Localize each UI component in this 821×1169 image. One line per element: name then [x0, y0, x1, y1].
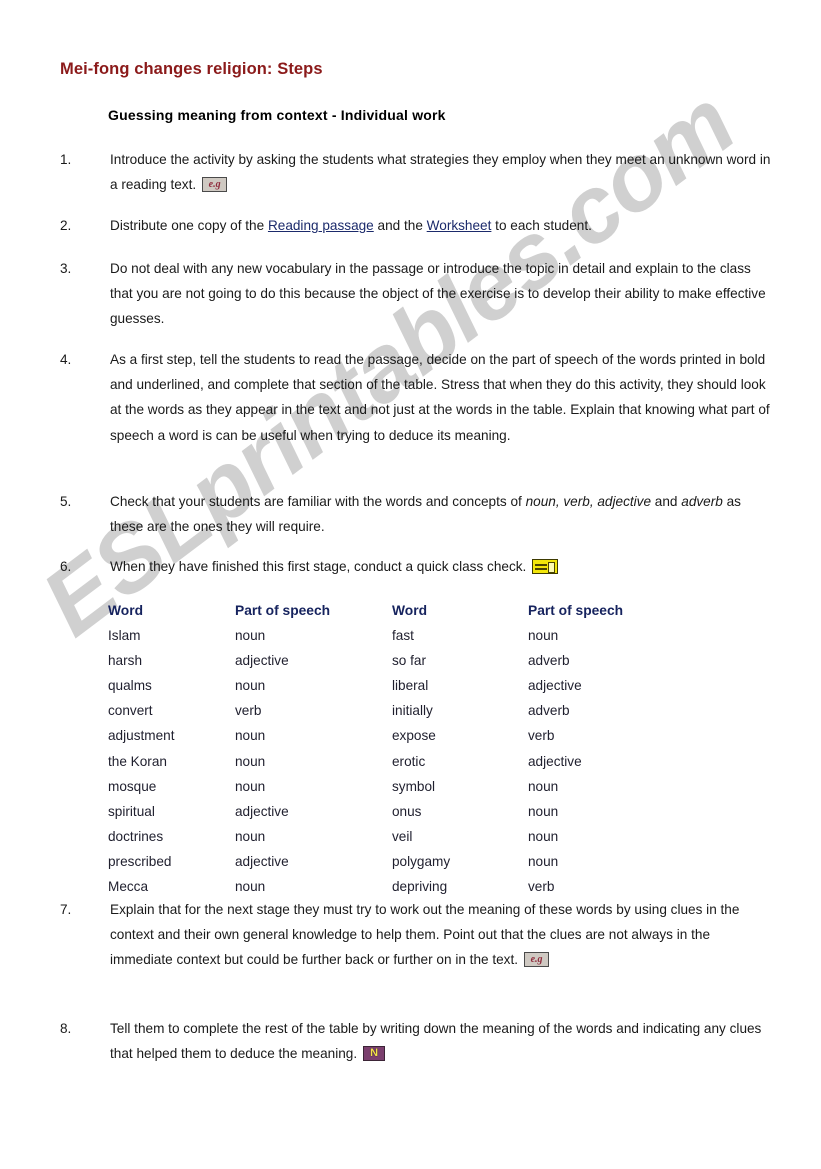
step-text: As a first step, tell the students to re…: [110, 352, 770, 443]
step-item: 2. Distribute one copy of the Reading pas…: [60, 213, 775, 238]
table-cell-part-of-speech: adverb: [528, 703, 570, 719]
table-cell-word: the Koran: [108, 753, 167, 769]
table-cell-word: prescribed: [108, 853, 172, 869]
n-icon: N: [363, 1046, 386, 1062]
table-column-header: Part of speech: [235, 603, 331, 618]
step-item: 1. Introduce the activity by asking the s…: [60, 147, 775, 197]
step-number: 3.: [60, 261, 72, 276]
table-cell-word: spiritual: [108, 803, 155, 819]
table-cell-part-of-speech: adjective: [235, 803, 289, 819]
table-row: qualms noun liberal adjective: [108, 673, 728, 698]
table-cell-word: expose: [392, 728, 436, 744]
table-cell-part-of-speech: noun: [235, 879, 266, 895]
table-cell-part-of-speech: noun: [528, 828, 559, 844]
step-item: 4. As a first step, tell the students to …: [60, 347, 775, 448]
step-number: 5.: [60, 494, 72, 509]
page-title: Mei-fong changes religion: Steps: [60, 60, 323, 78]
table-row: spiritual adjective onus noun: [108, 799, 728, 824]
table-cell-part-of-speech: verb: [528, 728, 555, 744]
step-number: 4.: [60, 352, 72, 367]
table-cell-word: doctrines: [108, 828, 164, 844]
table-row: Mecca noun depriving verb: [108, 874, 728, 899]
word-part-of-speech-table: Word Part of speech Word Part of speech Isla…: [108, 598, 728, 899]
step-text: Tell them to complete the rest of the ta…: [110, 1021, 762, 1062]
table-cell-part-of-speech: adjective: [528, 753, 582, 769]
table-cell-word: erotic: [392, 753, 426, 769]
table-cell-part-of-speech: noun: [528, 803, 559, 819]
step-text: Do not deal with any new vocabulary in t…: [110, 261, 766, 327]
step-number: 8.: [60, 1021, 72, 1036]
emphasis-text: adverb: [681, 494, 723, 509]
table-header-row: Word Part of speech Word Part of speech: [108, 598, 728, 623]
table-row: convert verb initially adverb: [108, 698, 728, 723]
table-cell-part-of-speech: adjective: [528, 678, 582, 694]
page-subtitle: Guessing meaning from context - Individu…: [108, 107, 446, 123]
table-cell-part-of-speech: verb: [528, 879, 555, 895]
table-cell-part-of-speech: noun: [235, 628, 266, 644]
table-cell-part-of-speech: noun: [528, 628, 559, 644]
eg-icon: e.g: [202, 177, 228, 193]
table-row: Islam noun fast noun: [108, 623, 728, 648]
table-cell-part-of-speech: adjective: [235, 653, 289, 669]
table-cell-word: veil: [392, 828, 413, 844]
table-cell-word: depriving: [392, 879, 448, 895]
table-cell-part-of-speech: adjective: [235, 853, 289, 869]
document-link[interactable]: Reading passage: [268, 218, 374, 233]
table-cell-part-of-speech: noun: [235, 753, 266, 769]
table-cell-part-of-speech: noun: [235, 778, 266, 794]
step-text: When they have finished this first stage…: [110, 554, 775, 579]
table-cell-word: adjustment: [108, 728, 175, 744]
table-cell-word: fast: [392, 628, 414, 644]
table-cell-word: Islam: [108, 628, 141, 644]
step-item: 7. Explain that for the next stage they m…: [60, 897, 775, 973]
table-cell-word: liberal: [392, 678, 429, 694]
table-cell-word: polygamy: [392, 853, 451, 869]
table-cell-word: onus: [392, 803, 422, 819]
table-cell-part-of-speech: noun: [235, 728, 266, 744]
table-column-header: Word: [108, 603, 143, 618]
document-content: Mei-fong changes religion: Steps Guessin…: [0, 0, 821, 1169]
step-text: Check that your students are familiar wi…: [110, 494, 741, 535]
step-text: Introduce the activity by asking the stu…: [110, 152, 771, 193]
table-cell-word: convert: [108, 703, 153, 719]
table-cell-part-of-speech: adverb: [528, 653, 570, 669]
table-cell-word: so far: [392, 653, 426, 669]
table-row: doctrines noun veil noun: [108, 824, 728, 849]
table-cell-part-of-speech: noun: [528, 853, 559, 869]
table-row: mosque noun symbol noun: [108, 774, 728, 799]
step-text: Explain that for the next stage they mus…: [110, 902, 740, 968]
step-text: Distribute one copy of the Reading passa…: [110, 218, 592, 233]
step-number: 2.: [60, 218, 72, 233]
table-cell-word: mosque: [108, 778, 157, 794]
table-cell-word: qualms: [108, 678, 152, 694]
table-cell-word: initially: [392, 703, 433, 719]
document-link[interactable]: Worksheet: [427, 218, 492, 233]
table-column-header: Word: [392, 603, 427, 618]
step-item: 3. Do not deal with any new vocabulary in…: [60, 256, 775, 332]
yellow-bar-icon: [532, 559, 559, 574]
table-cell-part-of-speech: verb: [235, 703, 262, 719]
table-row: adjustment noun expose verb: [108, 723, 728, 748]
table-cell-part-of-speech: noun: [235, 828, 266, 844]
table-cell-word: Mecca: [108, 879, 149, 895]
step-number: 1.: [60, 152, 72, 167]
step-item: 5. Check that your students are familiar …: [60, 489, 775, 539]
table-row: prescribed adjective polygamy noun: [108, 849, 728, 874]
table-column-header: Part of speech: [528, 603, 624, 618]
eg-icon: e.g: [524, 952, 550, 968]
step-number: 6.: [60, 559, 72, 574]
emphasis-text: noun, verb, adjective: [525, 494, 652, 509]
step-item: 8. Tell them to complete the rest of the …: [60, 1016, 775, 1066]
table-cell-part-of-speech: noun: [235, 678, 266, 694]
step-number: 7.: [60, 902, 72, 917]
table-cell-word: symbol: [392, 778, 436, 794]
step-item: 6. When they have finished this first sta…: [60, 554, 775, 579]
worksheet-page: ESLprintables.com Mei-fong changes relig…: [0, 0, 821, 1169]
table-row: harsh adjective so far adverb: [108, 648, 728, 673]
table-row: the Koran noun erotic adjective: [108, 749, 728, 774]
table-cell-word: harsh: [108, 653, 143, 669]
table-cell-part-of-speech: noun: [528, 778, 559, 794]
